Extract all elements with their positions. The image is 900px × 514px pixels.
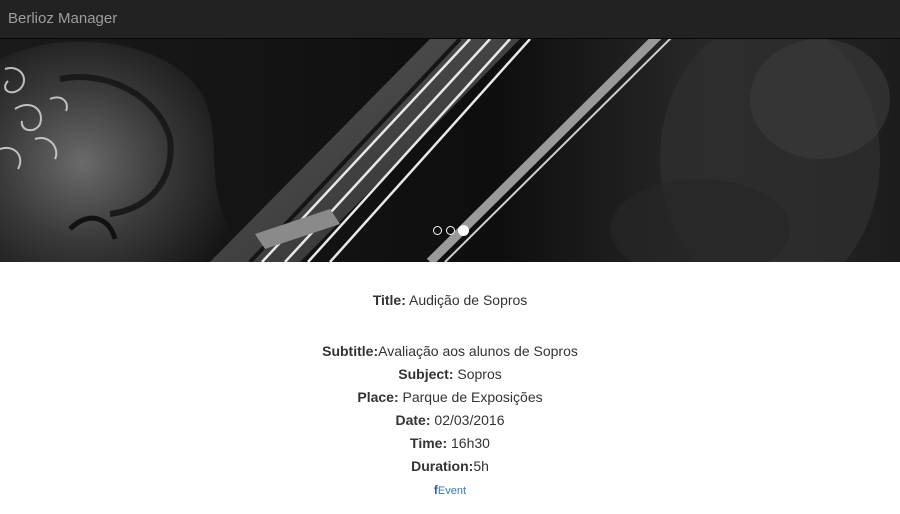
- carousel-indicator-1[interactable]: [432, 226, 442, 235]
- event-title-value: Audição de Sopros: [405, 292, 528, 308]
- event-duration-value: 5h: [473, 458, 489, 474]
- carousel-indicator-2[interactable]: [445, 226, 455, 235]
- event-duration-label: Duration:: [411, 458, 474, 474]
- event-place-label: Place:: [357, 389, 399, 405]
- facebook-event-link[interactable]: fEvent: [434, 483, 467, 497]
- event-duration-row: Duration:5h: [0, 455, 900, 478]
- event-place-value: Parque de Exposições: [398, 389, 543, 405]
- image-carousel: [0, 39, 900, 262]
- event-date-value: 02/03/2016: [430, 412, 505, 428]
- carousel-indicator-3[interactable]: [457, 225, 469, 236]
- event-title-row: Title: Audição de Sopros: [0, 289, 900, 312]
- event-subtitle-value: Avaliação aos alunos de Sopros: [378, 343, 578, 359]
- event-time-label: Time:: [410, 435, 448, 451]
- event-place-row: Place: Parque de Exposições: [0, 386, 900, 409]
- facebook-event-label: Event: [437, 485, 467, 497]
- event-subject-label: Subject:: [398, 366, 454, 382]
- event-time-value: 16h30: [447, 435, 490, 451]
- event-title-label: Title:: [372, 292, 406, 308]
- event-subject-row: Subject: Sopros: [0, 363, 900, 386]
- facebook-event-row: fEvent: [0, 483, 900, 498]
- navbar: Berlioz Manager: [0, 0, 900, 39]
- event-subject-value: Sopros: [453, 366, 502, 382]
- event-date-label: Date:: [395, 412, 431, 428]
- event-date-row: Date: 02/03/2016: [0, 409, 900, 432]
- event-subtitle-row: Subtitle:Avaliação aos alunos de Sopros: [0, 340, 900, 363]
- event-subtitle-label: Subtitle:: [322, 343, 379, 359]
- event-details: Title: Audição de Sopros Subtitle:Avalia…: [0, 262, 900, 498]
- brand-link[interactable]: Berlioz Manager: [8, 10, 117, 28]
- carousel-indicators: [0, 225, 900, 236]
- event-time-row: Time: 16h30: [0, 432, 900, 455]
